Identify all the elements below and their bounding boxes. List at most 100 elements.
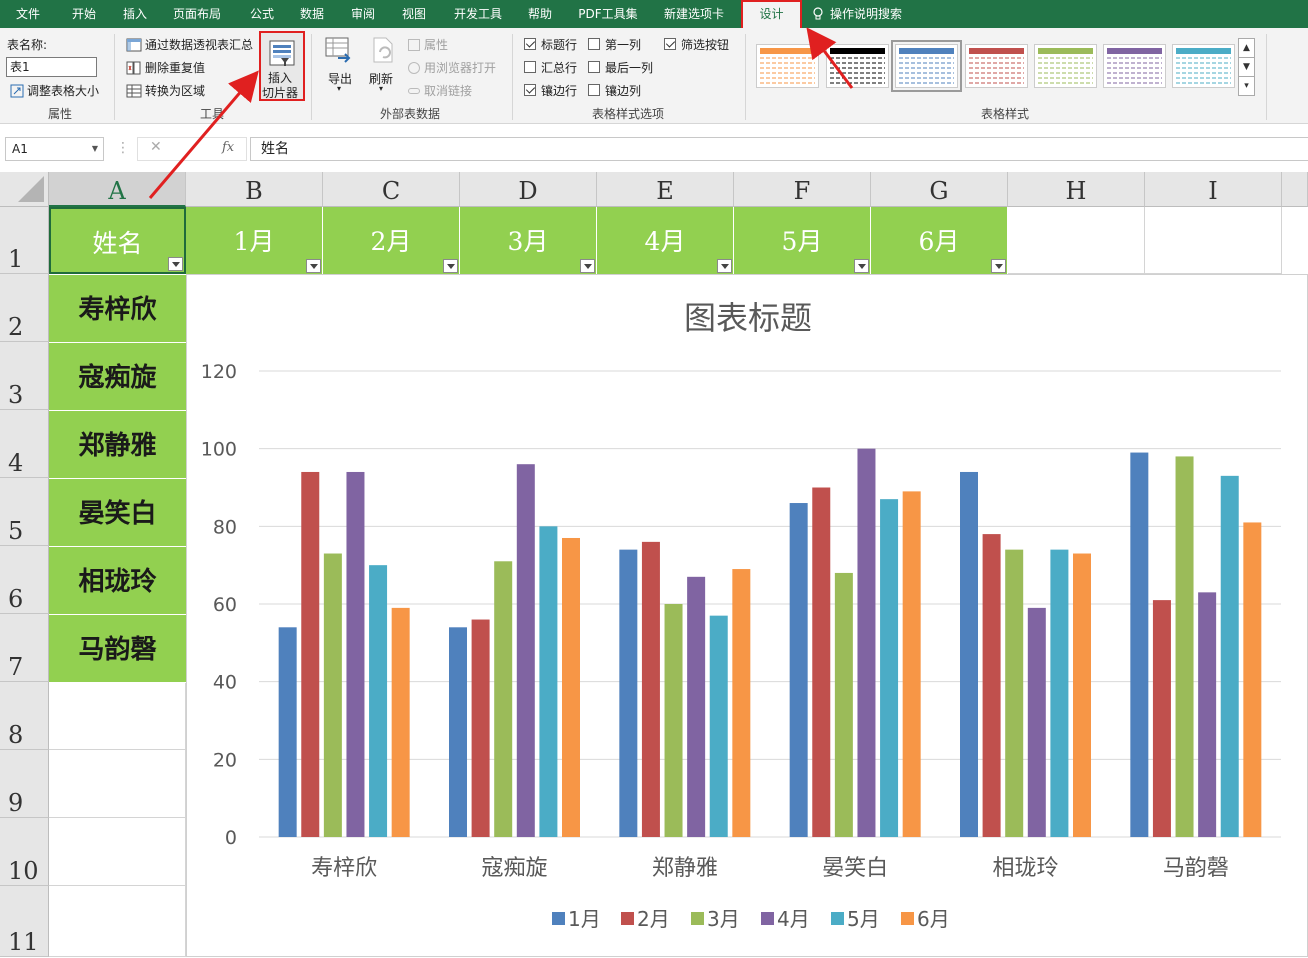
remove-duplicates-button[interactable]: 删除重复值: [126, 59, 205, 76]
table-name-cell[interactable]: 马韵磬: [49, 615, 186, 683]
bar[interactable]: [857, 448, 876, 837]
resize-table-button[interactable]: 调整表格大小: [10, 82, 99, 99]
filter-dropdown-icon[interactable]: [168, 257, 183, 271]
bar[interactable]: [812, 487, 831, 838]
insert-function-button[interactable]: fx: [222, 140, 234, 155]
bar[interactable]: [1005, 549, 1024, 837]
column-chart[interactable]: 图表标题 0 20 40 60 80 100 120 寿梓欣 寇痴旋 郑静雅 晏笑白 相珑玲 马韵磬 1月 2…: [186, 274, 1308, 957]
row-header[interactable]: 3: [0, 342, 49, 410]
table-name-cell[interactable]: 寿梓欣: [49, 275, 186, 343]
bar[interactable]: [687, 576, 706, 837]
table-name-cell[interactable]: 郑静雅: [49, 411, 186, 479]
tab-home[interactable]: 开始: [62, 0, 106, 28]
bar[interactable]: [1130, 452, 1149, 837]
bar[interactable]: [902, 491, 921, 837]
row-header[interactable]: 5: [0, 478, 49, 546]
column-header[interactable]: I: [1145, 172, 1282, 207]
legend-label[interactable]: 1月: [568, 907, 601, 931]
bar[interactable]: [301, 471, 320, 837]
bar[interactable]: [880, 499, 899, 837]
bar[interactable]: [516, 464, 535, 837]
filter-dropdown-icon[interactable]: [580, 259, 595, 273]
tab-help[interactable]: 帮助: [518, 0, 562, 28]
bar[interactable]: [1073, 553, 1091, 837]
legend-label[interactable]: 3月: [707, 907, 740, 931]
total-row-checkbox[interactable]: [524, 61, 536, 73]
bar[interactable]: [789, 503, 808, 837]
table-name-cell[interactable]: 晏笑白: [49, 479, 186, 547]
bar[interactable]: [1243, 522, 1262, 837]
filter-button-checkbox[interactable]: [664, 38, 676, 50]
column-header[interactable]: H: [1008, 172, 1145, 207]
filter-dropdown-icon[interactable]: [991, 259, 1006, 273]
tab-data[interactable]: 数据: [290, 0, 334, 28]
column-header-partial[interactable]: [1282, 172, 1308, 207]
bar[interactable]: [278, 627, 297, 837]
legend-label[interactable]: 6月: [917, 907, 950, 931]
column-header[interactable]: G: [871, 172, 1008, 207]
bar[interactable]: [1050, 549, 1069, 837]
column-header[interactable]: E: [597, 172, 734, 207]
row-header[interactable]: 6: [0, 546, 49, 614]
pivot-summary-button[interactable]: 通过数据透视表汇总: [126, 36, 253, 53]
convert-to-range-button[interactable]: 转换为区域: [126, 82, 205, 99]
row-header[interactable]: 1: [0, 207, 49, 274]
chart-title[interactable]: 图表标题: [684, 299, 812, 337]
bar[interactable]: [1220, 475, 1239, 837]
bar[interactable]: [391, 607, 410, 837]
row-header[interactable]: 11: [0, 886, 49, 957]
bar[interactable]: [732, 569, 751, 837]
bar[interactable]: [709, 615, 728, 837]
table-header-cell[interactable]: 3月: [460, 207, 597, 274]
cancel-icon[interactable]: ✕: [150, 139, 162, 155]
empty-cell[interactable]: [49, 886, 186, 957]
refresh-button[interactable]: 刷新 ▾: [366, 36, 400, 100]
tab-design[interactable]: 设计: [741, 0, 802, 30]
banded-rows-checkbox[interactable]: [524, 84, 536, 96]
tab-formulas[interactable]: 公式: [240, 0, 284, 28]
table-header-cell[interactable]: 姓名: [49, 207, 186, 274]
column-header[interactable]: F: [734, 172, 871, 207]
bar[interactable]: [1175, 456, 1194, 837]
first-column-checkbox[interactable]: [588, 38, 600, 50]
export-button[interactable]: 导出 ▾: [322, 36, 358, 100]
empty-cell[interactable]: [49, 682, 186, 750]
table-header-cell[interactable]: 2月: [323, 207, 460, 274]
column-header[interactable]: B: [186, 172, 323, 207]
insert-slicer-button[interactable]: 插入 切片器: [259, 31, 305, 101]
tab-view[interactable]: 视图: [392, 0, 436, 28]
table-header-cell[interactable]: 4月: [597, 207, 734, 274]
bar[interactable]: [562, 537, 580, 837]
gallery-more[interactable]: ▾: [1238, 76, 1255, 96]
table-header-cell[interactable]: 1月: [186, 207, 323, 274]
bar[interactable]: [1027, 607, 1046, 837]
banded-columns-checkbox[interactable]: [588, 84, 600, 96]
bar[interactable]: [369, 565, 388, 837]
gallery-scroll-up[interactable]: ▲: [1238, 38, 1255, 58]
table-style-swatch[interactable]: [891, 40, 962, 92]
row-header[interactable]: 4: [0, 410, 49, 478]
bar[interactable]: [982, 534, 1001, 837]
table-style-swatch[interactable]: [756, 44, 819, 88]
table-name-cell[interactable]: 相珑玲: [49, 547, 186, 615]
bar[interactable]: [664, 604, 683, 837]
bar[interactable]: [494, 561, 513, 837]
tab-page-layout[interactable]: 页面布局: [165, 0, 229, 28]
unlink-button[interactable]: 取消链接: [408, 82, 472, 99]
legend-label[interactable]: 4月: [777, 907, 810, 931]
table-style-swatch[interactable]: [1172, 44, 1235, 88]
row-header[interactable]: 10: [0, 818, 49, 886]
empty-cell[interactable]: [1008, 207, 1145, 274]
column-header[interactable]: C: [323, 172, 460, 207]
filter-dropdown-icon[interactable]: [854, 259, 869, 273]
empty-cell[interactable]: [1145, 207, 1282, 274]
empty-cell[interactable]: [49, 818, 186, 886]
formula-input[interactable]: 姓名: [250, 137, 1308, 161]
table-style-swatch[interactable]: [826, 44, 889, 88]
row-header[interactable]: 9: [0, 750, 49, 818]
tab-review[interactable]: 审阅: [341, 0, 385, 28]
column-header[interactable]: D: [460, 172, 597, 207]
table-style-swatch[interactable]: [1103, 44, 1166, 88]
bar[interactable]: [834, 572, 853, 837]
name-box[interactable]: A1 ▼: [5, 137, 104, 161]
